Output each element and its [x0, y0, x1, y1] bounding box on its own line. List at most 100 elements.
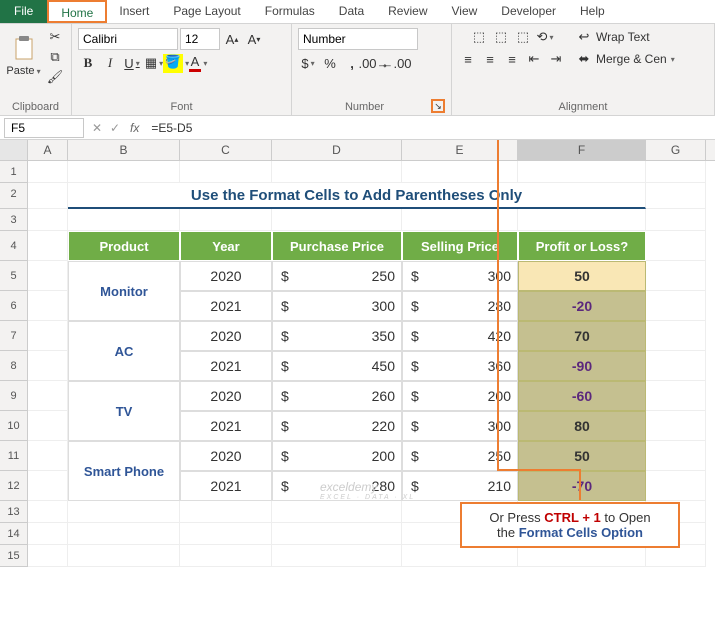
- profit-loss-cell[interactable]: 50: [518, 261, 646, 291]
- align-center-button[interactable]: ≡: [480, 50, 500, 68]
- col-header-d[interactable]: D: [272, 140, 402, 160]
- purchase-price-cell[interactable]: $260: [272, 381, 402, 411]
- cell[interactable]: [28, 501, 68, 523]
- table-header[interactable]: Profit or Loss?: [518, 231, 646, 261]
- cancel-formula-button[interactable]: ✕: [88, 121, 106, 135]
- table-header[interactable]: Purchase Price: [272, 231, 402, 261]
- year-cell[interactable]: 2020: [180, 321, 272, 351]
- cell[interactable]: [646, 183, 706, 209]
- col-header-f[interactable]: F: [518, 140, 646, 160]
- selling-price-cell[interactable]: $280: [402, 291, 518, 321]
- selling-price-cell[interactable]: $250: [402, 441, 518, 471]
- name-box[interactable]: [4, 118, 84, 138]
- product-cell[interactable]: Monitor: [68, 261, 180, 321]
- cell[interactable]: [28, 411, 68, 441]
- purchase-price-cell[interactable]: $300: [272, 291, 402, 321]
- profit-loss-cell[interactable]: -90: [518, 351, 646, 381]
- cell[interactable]: [68, 523, 180, 545]
- decrease-font-button[interactable]: A▾: [244, 30, 264, 48]
- cell[interactable]: [518, 161, 646, 183]
- tab-formulas[interactable]: Formulas: [253, 0, 327, 23]
- increase-font-button[interactable]: A▴: [222, 30, 242, 48]
- year-cell[interactable]: 2020: [180, 381, 272, 411]
- selling-price-cell[interactable]: $300: [402, 411, 518, 441]
- align-top-button[interactable]: ⬚: [469, 28, 489, 46]
- tab-file[interactable]: File: [0, 0, 47, 23]
- cell[interactable]: [272, 161, 402, 183]
- row-header[interactable]: 12: [0, 471, 28, 501]
- cell[interactable]: [518, 545, 646, 567]
- cell[interactable]: [180, 501, 272, 523]
- cell[interactable]: [646, 321, 706, 351]
- year-cell[interactable]: 2020: [180, 441, 272, 471]
- year-cell[interactable]: 2021: [180, 351, 272, 381]
- cell[interactable]: [402, 161, 518, 183]
- paste-button[interactable]: Paste: [6, 28, 41, 84]
- merge-center-button[interactable]: ⬌Merge & Cen: [574, 50, 675, 68]
- cell[interactable]: [646, 381, 706, 411]
- cell[interactable]: [272, 209, 402, 231]
- font-name-select[interactable]: [78, 28, 178, 50]
- cell[interactable]: [646, 291, 706, 321]
- tab-view[interactable]: View: [440, 0, 490, 23]
- selling-price-cell[interactable]: $200: [402, 381, 518, 411]
- table-header[interactable]: Year: [180, 231, 272, 261]
- year-cell[interactable]: 2021: [180, 471, 272, 501]
- table-header[interactable]: Product: [68, 231, 180, 261]
- cell[interactable]: [646, 261, 706, 291]
- cell[interactable]: [28, 183, 68, 209]
- percent-format-button[interactable]: %: [320, 54, 340, 72]
- year-cell[interactable]: 2021: [180, 291, 272, 321]
- cell[interactable]: [646, 545, 706, 567]
- product-cell[interactable]: TV: [68, 381, 180, 441]
- purchase-price-cell[interactable]: $450: [272, 351, 402, 381]
- tab-developer[interactable]: Developer: [489, 0, 568, 23]
- table-title[interactable]: Use the Format Cells to Add Parentheses …: [68, 183, 646, 209]
- cell[interactable]: [28, 321, 68, 351]
- row-header[interactable]: 13: [0, 501, 28, 523]
- col-header-b[interactable]: B: [68, 140, 180, 160]
- row-header[interactable]: 14: [0, 523, 28, 545]
- align-middle-button[interactable]: ⬚: [491, 28, 511, 46]
- number-format-select[interactable]: [298, 28, 418, 50]
- orientation-button[interactable]: ⟲: [535, 28, 555, 46]
- cell[interactable]: [180, 161, 272, 183]
- purchase-price-cell[interactable]: $220: [272, 411, 402, 441]
- purchase-price-cell[interactable]: $250: [272, 261, 402, 291]
- cell[interactable]: [68, 161, 180, 183]
- selling-price-cell[interactable]: $360: [402, 351, 518, 381]
- cell[interactable]: [272, 501, 402, 523]
- cell[interactable]: [68, 501, 180, 523]
- row-header[interactable]: 11: [0, 441, 28, 471]
- increase-indent-button[interactable]: ⇥: [546, 50, 566, 68]
- row-header[interactable]: 9: [0, 381, 28, 411]
- row-header[interactable]: 10: [0, 411, 28, 441]
- cell[interactable]: [646, 471, 706, 501]
- tab-data[interactable]: Data: [327, 0, 376, 23]
- selling-price-cell[interactable]: $420: [402, 321, 518, 351]
- number-dialog-launcher[interactable]: ↘: [431, 99, 445, 113]
- tab-home[interactable]: Home: [47, 0, 107, 23]
- font-size-select[interactable]: [180, 28, 220, 50]
- cell[interactable]: [28, 351, 68, 381]
- italic-button[interactable]: I: [100, 54, 120, 72]
- selling-price-cell[interactable]: $210: [402, 471, 518, 501]
- row-header[interactable]: 1: [0, 161, 28, 183]
- row-header[interactable]: 3: [0, 209, 28, 231]
- tab-insert[interactable]: Insert: [107, 0, 161, 23]
- select-all-corner[interactable]: [0, 140, 28, 160]
- row-header[interactable]: 15: [0, 545, 28, 567]
- cell[interactable]: [646, 231, 706, 261]
- row-header[interactable]: 4: [0, 231, 28, 261]
- col-header-a[interactable]: A: [28, 140, 68, 160]
- cell[interactable]: [646, 441, 706, 471]
- formula-input[interactable]: =E5-D5: [145, 119, 715, 137]
- align-left-button[interactable]: ≡: [458, 50, 478, 68]
- font-color-button[interactable]: A: [188, 54, 208, 72]
- cell[interactable]: [28, 471, 68, 501]
- wrap-text-button[interactable]: ↩Wrap Text: [574, 28, 650, 46]
- fx-icon[interactable]: fx: [124, 121, 145, 135]
- cell[interactable]: [68, 209, 180, 231]
- decrease-decimal-button[interactable]: ←.00: [386, 54, 406, 72]
- row-header[interactable]: 6: [0, 291, 28, 321]
